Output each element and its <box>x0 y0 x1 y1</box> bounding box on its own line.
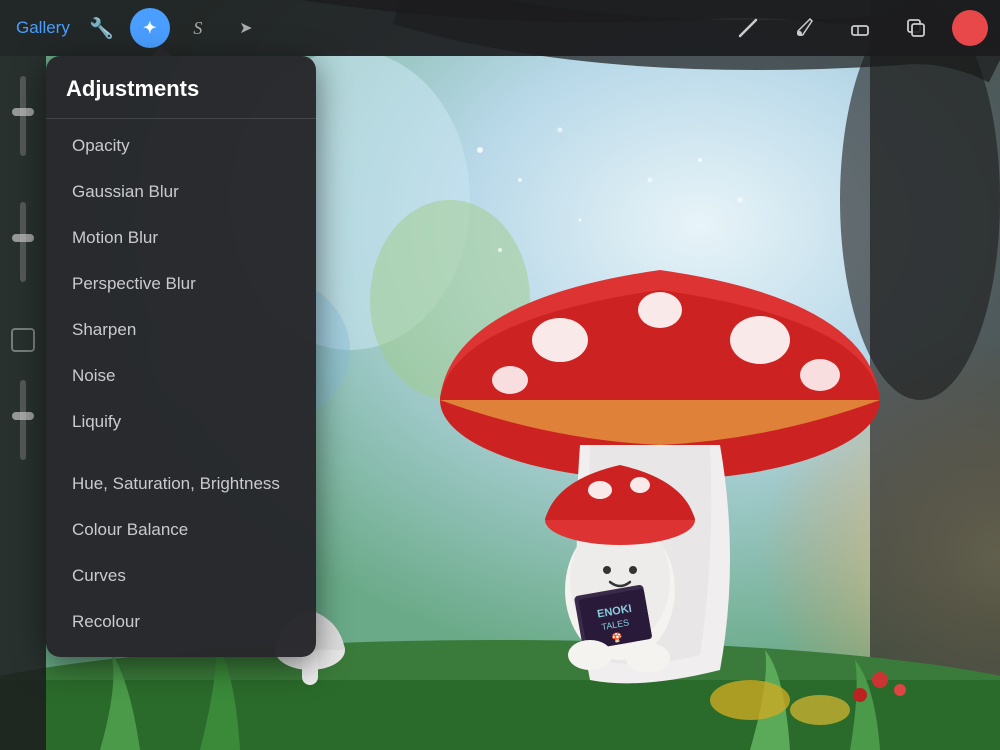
layers-button[interactable] <box>896 8 936 48</box>
opacity-slider[interactable] <box>20 76 26 156</box>
menu-item-recolour[interactable]: Recolour <box>52 599 310 645</box>
menu-item-curves[interactable]: Curves <box>52 553 310 599</box>
menu-item-colour-balance[interactable]: Colour Balance <box>52 507 310 553</box>
send-button[interactable]: ➤ <box>226 8 266 48</box>
wrench-button[interactable]: 🔧 <box>82 8 122 48</box>
send-icon: ➤ <box>239 18 252 38</box>
menu-item-perspective-blur[interactable]: Perspective Blur <box>52 261 310 307</box>
menu-item-motion-blur[interactable]: Motion Blur <box>52 215 310 261</box>
color-button[interactable] <box>952 10 988 46</box>
pen-icon <box>736 16 760 40</box>
eraser-tool-button[interactable] <box>840 8 880 48</box>
adjustments-panel: Adjustments Opacity Gaussian Blur Motion… <box>46 56 316 657</box>
svg-text:🍄: 🍄 <box>611 631 624 644</box>
toolbar-left: Gallery 🔧 ✦ S ➤ <box>12 8 724 48</box>
gallery-button[interactable]: Gallery <box>12 10 74 46</box>
menu-item-noise[interactable]: Noise <box>52 353 310 399</box>
pen-tool-button[interactable] <box>728 8 768 48</box>
left-sidebar <box>0 56 46 750</box>
panel-title: Adjustments <box>46 56 316 118</box>
size-slider[interactable] <box>20 202 26 282</box>
flow-slider[interactable] <box>20 380 26 460</box>
wrench-icon: 🔧 <box>89 16 114 41</box>
eraser-icon <box>848 16 872 40</box>
smudge-icon: S <box>193 18 202 39</box>
toolbar-right <box>728 8 988 48</box>
brush-tool-button[interactable] <box>784 8 824 48</box>
menu-item-liquify[interactable]: Liquify <box>52 399 310 445</box>
menu-item-gaussian-blur[interactable]: Gaussian Blur <box>52 169 310 215</box>
section-gap <box>46 445 316 461</box>
divider-1 <box>46 118 316 119</box>
menu-item-opacity[interactable]: Opacity <box>52 123 310 169</box>
layers-icon <box>904 16 928 40</box>
menu-item-sharpen[interactable]: Sharpen <box>52 307 310 353</box>
menu-item-hue-sat-bright[interactable]: Hue, Saturation, Brightness <box>52 461 310 507</box>
magic-icon: ✦ <box>143 18 156 38</box>
toolbar: Gallery 🔧 ✦ S ➤ <box>0 0 1000 56</box>
brush-icon <box>792 16 816 40</box>
smudge-button[interactable]: S <box>178 8 218 48</box>
magic-button[interactable]: ✦ <box>130 8 170 48</box>
layer-visibility-toggle[interactable] <box>11 328 35 352</box>
